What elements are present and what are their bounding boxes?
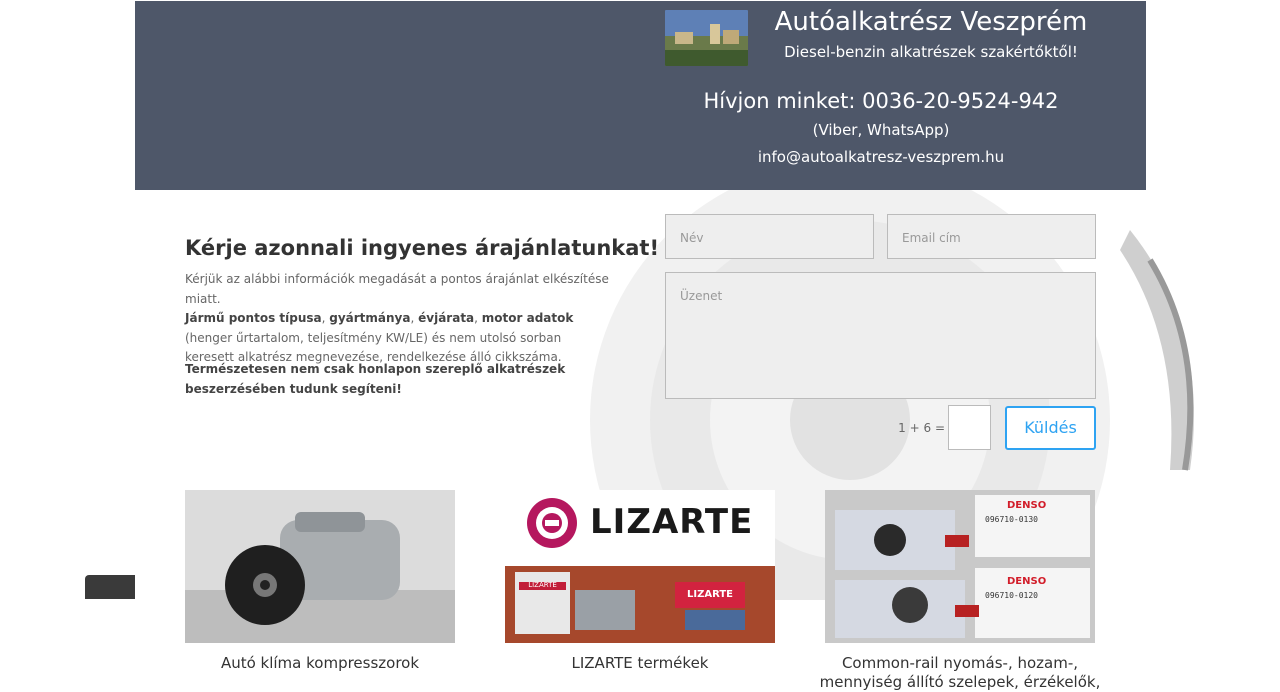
lizarte-box-label-1: LIZARTE <box>528 581 557 589</box>
quote-intro: Kérjük az alábbi információk megadását a… <box>185 272 609 306</box>
submit-button[interactable]: Küldés <box>1005 406 1096 450</box>
denso-label-2: DENSO <box>1007 576 1047 587</box>
site-subtitle: Diesel-benzin alkatrészek szakértőktől! <box>784 43 1078 61</box>
quote-sep-2: , <box>410 311 419 325</box>
quote-bold-2: gyártmánya <box>329 311 411 325</box>
lizarte-image[interactable]: LIZARTE LIZARTE LIZARTE <box>505 490 775 643</box>
lizarte-box-label-2: LIZARTE <box>687 589 733 600</box>
message-placeholder: Üzenet <box>680 289 723 303</box>
background-part-edge <box>85 575 135 599</box>
message-textarea[interactable]: Üzenet <box>665 272 1096 399</box>
phone-note: (Viber, WhatsApp) <box>812 121 950 139</box>
card-caption-compressor: Autó klíma kompresszorok <box>220 654 420 672</box>
name-placeholder: Név <box>680 231 704 245</box>
quote-rest: (henger űrtartalom, teljesítmény KW/LE) … <box>185 330 562 365</box>
quote-bold-note: Természetesen nem csak honlapon szereplő… <box>185 362 566 396</box>
quote-bold-3: évjárata <box>418 311 475 325</box>
site-title: Autóalkatrész Veszprém <box>774 7 1088 37</box>
name-input[interactable]: Név <box>665 214 874 259</box>
lizarte-logo-text: LIZARTE <box>590 502 754 542</box>
valve-image[interactable]: DENSO 096710-0130 DENSO 096710-0120 <box>825 490 1095 643</box>
site-header: Autóalkatrész Veszprém Diesel-benzin alk… <box>135 1 1146 190</box>
card-caption-valves: Common-rail nyomás-, hozam-, mennyiség á… <box>819 654 1101 691</box>
quote-bold-1: Jármű pontos típusa <box>185 311 322 325</box>
captcha-question: 1 + 6 = <box>898 421 945 435</box>
compressor-image[interactable] <box>185 490 455 643</box>
email-link[interactable]: info@autoalkatresz-veszprem.hu <box>675 148 1087 166</box>
email-placeholder: Email cím <box>902 231 961 245</box>
main-container: Autóalkatrész Veszprém Diesel-benzin alk… <box>135 0 1146 691</box>
card-caption-lizarte: LIZARTE termékek <box>571 654 709 672</box>
denso-code-1: 096710-0130 <box>985 515 1038 524</box>
phone-number[interactable]: Hívjon minket: 0036-20-9524-942 <box>675 89 1087 113</box>
quote-sep-3: , <box>474 311 482 325</box>
captcha-input[interactable] <box>948 405 991 450</box>
denso-label-1: DENSO <box>1007 500 1047 511</box>
email-input[interactable]: Email cím <box>887 214 1096 259</box>
quote-heading: Kérje azonnali ingyenes árajánlatunkat! <box>185 236 660 260</box>
quote-bold-4: motor adatok <box>481 311 574 325</box>
denso-code-2: 096710-0120 <box>985 591 1038 600</box>
quote-description: Kérjük az alábbi információk megadását a… <box>185 270 610 368</box>
